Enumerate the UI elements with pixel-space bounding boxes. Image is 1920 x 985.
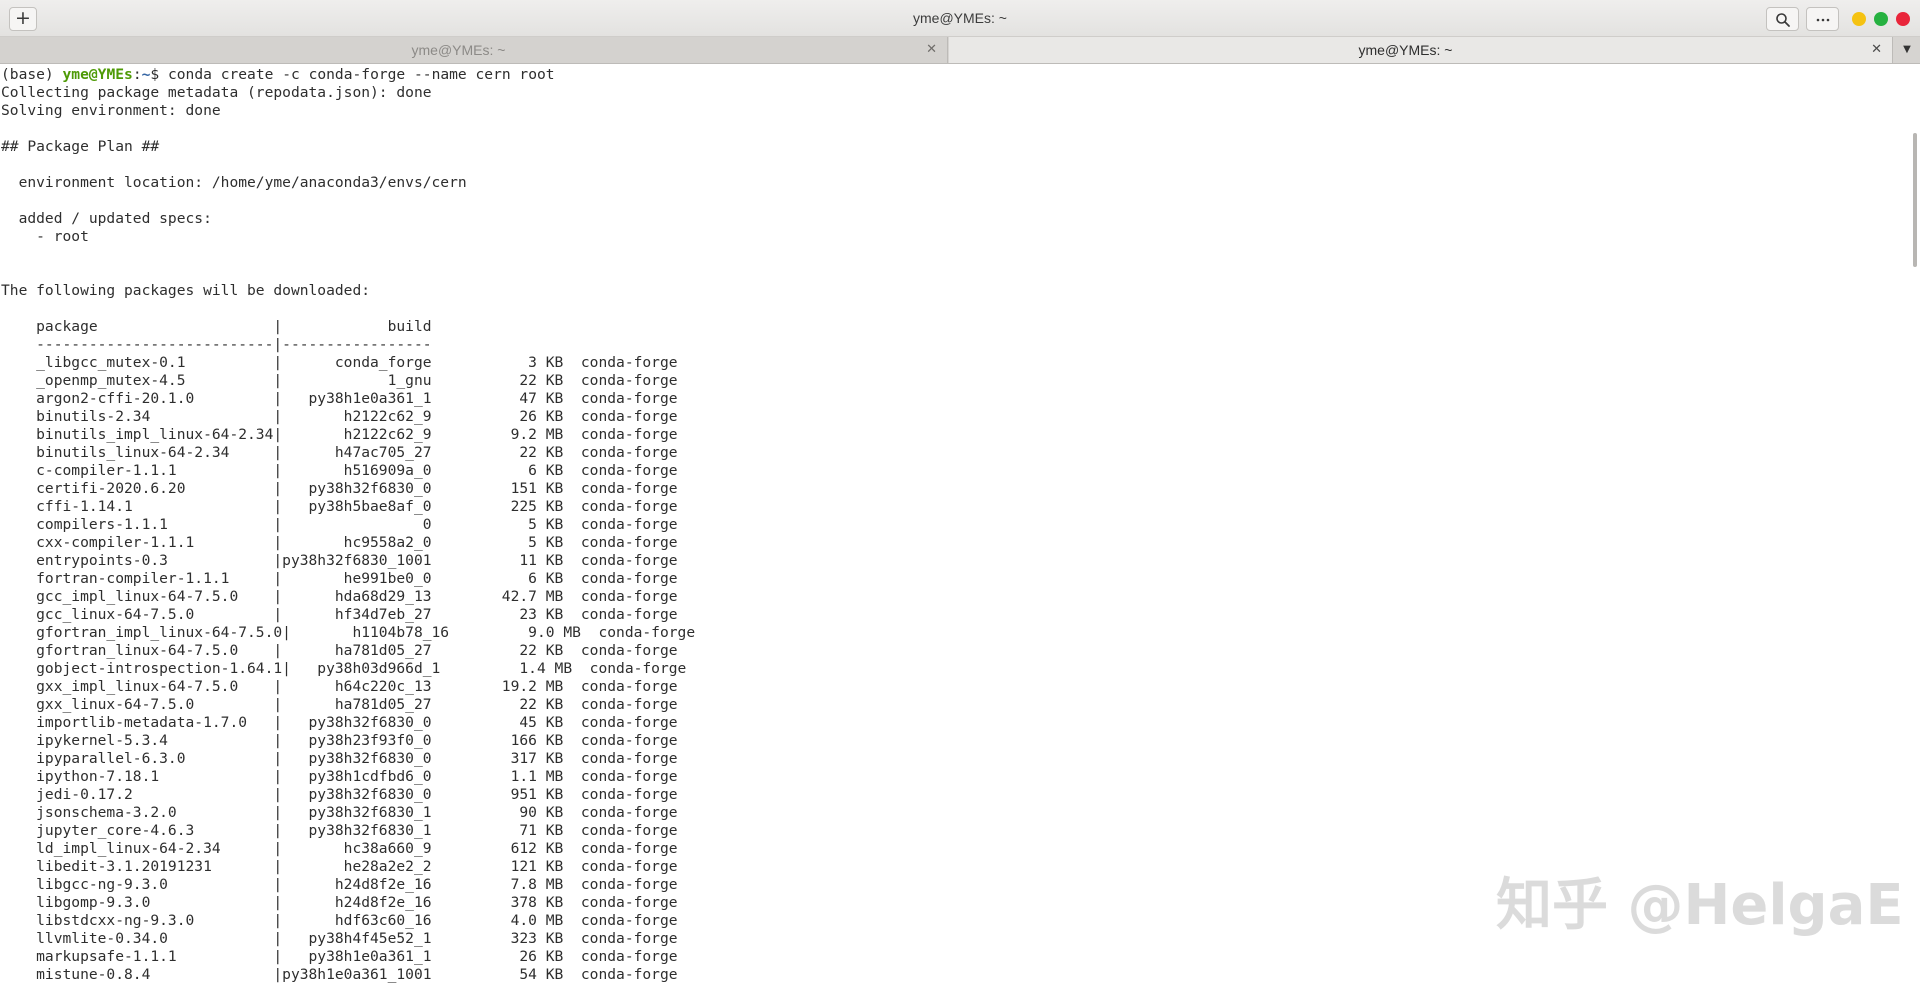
prompt-user: yme@YMEs bbox=[62, 66, 133, 83]
terminal-line: - root bbox=[1, 228, 89, 245]
close-tab-icon[interactable]: ✕ bbox=[926, 37, 937, 63]
terminal-line: _openmp_mutex-4.5 | 1_gnu 22 KB conda-fo… bbox=[1, 372, 678, 389]
terminal-line: libedit-3.1.20191231 | he28a2e2_2 121 KB… bbox=[1, 858, 678, 875]
terminal-line: jedi-0.17.2 | py38h32f6830_0 951 KB cond… bbox=[1, 786, 678, 803]
watermark: 知乎 @HelgaE bbox=[1496, 873, 1904, 938]
terminal-line: binutils_impl_linux-64-2.34| h2122c62_9 … bbox=[1, 426, 678, 443]
terminal-line: importlib-metadata-1.7.0 | py38h32f6830_… bbox=[1, 714, 678, 731]
terminal-line: certifi-2020.6.20 | py38h32f6830_0 151 K… bbox=[1, 480, 678, 497]
terminal-line: gxx_impl_linux-64-7.5.0 | h64c220c_13 19… bbox=[1, 678, 678, 695]
terminal-line: compilers-1.1.1 | 0 5 KB conda-forge bbox=[1, 516, 678, 533]
plus-icon: + bbox=[15, 7, 31, 29]
prompt-symbol: $ bbox=[150, 66, 168, 83]
terminal-line: binutils-2.34 | h2122c62_9 26 KB conda-f… bbox=[1, 408, 678, 425]
terminal-line: ## Package Plan ## bbox=[1, 138, 160, 155]
tab-bar: yme@YMEs: ~ ✕ yme@YMEs: ~ ✕ ▼ bbox=[0, 37, 1920, 64]
terminal-line: binutils_linux-64-2.34 | h47ac705_27 22 … bbox=[1, 444, 678, 461]
terminal-scrollbar[interactable] bbox=[1910, 64, 1920, 985]
chevron-down-icon: ▼ bbox=[1903, 44, 1911, 55]
terminal-line: entrypoints-0.3 |py38h32f6830_1001 11 KB… bbox=[1, 552, 678, 569]
scrollbar-thumb[interactable] bbox=[1913, 133, 1917, 267]
terminal-line: ipyparallel-6.3.0 | py38h32f6830_0 317 K… bbox=[1, 750, 678, 767]
menu-button[interactable] bbox=[1806, 7, 1839, 31]
terminal-line: c-compiler-1.1.1 | h516909a_0 6 KB conda… bbox=[1, 462, 678, 479]
terminal-line: jsonschema-3.2.0 | py38h32f6830_1 90 KB … bbox=[1, 804, 678, 821]
terminal-line: Collecting package metadata (repodata.js… bbox=[1, 84, 432, 101]
tab-terminal-2[interactable]: yme@YMEs: ~ ✕ bbox=[949, 37, 1893, 63]
terminal-line: ipykernel-5.3.4 | py38h23f93f0_0 166 KB … bbox=[1, 732, 678, 749]
terminal-line: llvmlite-0.34.0 | py38h4f45e52_1 323 KB … bbox=[1, 930, 678, 947]
terminal-line: ---------------------------|------------… bbox=[1, 336, 432, 353]
terminal-line: _libgcc_mutex-0.1 | conda_forge 3 KB con… bbox=[1, 354, 678, 371]
terminal-line: fortran-compiler-1.1.1 | he991be0_0 6 KB… bbox=[1, 570, 678, 587]
terminal-output[interactable]: (base) yme@YMEs:~$ conda create -c conda… bbox=[0, 64, 1910, 985]
terminal-line: gobject-introspection-1.64.1| py38h03d96… bbox=[1, 660, 687, 677]
terminal-line: argon2-cffi-20.1.0 | py38h1e0a361_1 47 K… bbox=[1, 390, 678, 407]
terminal-window: + yme@YMEs: ~ yme@YMEs: ~ ✕ yme@YMEs: ~ … bbox=[0, 0, 1920, 985]
tab-terminal-1[interactable]: yme@YMEs: ~ ✕ bbox=[0, 37, 948, 63]
terminal-line: libgcc-ng-9.3.0 | h24d8f2e_16 7.8 MB con… bbox=[1, 876, 678, 893]
terminal-line: ld_impl_linux-64-2.34 | hc38a660_9 612 K… bbox=[1, 840, 678, 857]
minimize-button[interactable] bbox=[1852, 12, 1866, 26]
terminal-line: mistune-0.8.4 |py38h1e0a361_1001 54 KB c… bbox=[1, 966, 678, 983]
header-bar: + yme@YMEs: ~ bbox=[0, 0, 1920, 37]
terminal-line: cxx-compiler-1.1.1 | hc9558a2_0 5 KB con… bbox=[1, 534, 678, 551]
terminal-line: gfortran_impl_linux-64-7.5.0| h1104b78_1… bbox=[1, 624, 696, 641]
prompt-env: (base) bbox=[1, 66, 63, 83]
window-title: yme@YMEs: ~ bbox=[913, 10, 1007, 26]
search-button[interactable] bbox=[1766, 7, 1799, 31]
prompt-command: conda create -c conda-forge --name cern … bbox=[167, 66, 555, 83]
terminal-line: environment location: /home/yme/anaconda… bbox=[1, 174, 467, 191]
terminal-line: gcc_linux-64-7.5.0 | hf34d7eb_27 23 KB c… bbox=[1, 606, 678, 623]
terminal-line: package | build bbox=[1, 318, 432, 335]
terminal-line: jupyter_core-4.6.3 | py38h32f6830_1 71 K… bbox=[1, 822, 678, 839]
terminal-line: gfortran_linux-64-7.5.0 | ha781d05_27 22… bbox=[1, 642, 678, 659]
tabs-dropdown-button[interactable]: ▼ bbox=[1894, 37, 1920, 63]
search-icon bbox=[1776, 13, 1790, 27]
tab-label: yme@YMEs: ~ bbox=[1358, 42, 1453, 58]
close-window-button[interactable] bbox=[1896, 12, 1910, 26]
terminal-line: ipython-7.18.1 | py38h1cdfbd6_0 1.1 MB c… bbox=[1, 768, 678, 785]
terminal-lines: (base) yme@YMEs:~$ conda create -c conda… bbox=[1, 66, 695, 984]
tab-label: yme@YMEs: ~ bbox=[411, 42, 506, 58]
terminal-line: added / updated specs: bbox=[1, 210, 212, 227]
terminal-line: libgomp-9.3.0 | h24d8f2e_16 378 KB conda… bbox=[1, 894, 678, 911]
close-tab-icon[interactable]: ✕ bbox=[1871, 37, 1882, 63]
prompt-separator: : bbox=[132, 66, 142, 83]
more-horizontal-icon bbox=[1816, 18, 1830, 22]
terminal-line: markupsafe-1.1.1 | py38h1e0a361_1 26 KB … bbox=[1, 948, 678, 965]
new-tab-button[interactable]: + bbox=[9, 7, 37, 31]
terminal-line: gcc_impl_linux-64-7.5.0 | hda68d29_13 42… bbox=[1, 588, 678, 605]
terminal-line: libstdcxx-ng-9.3.0 | hdf63c60_16 4.0 MB … bbox=[1, 912, 678, 929]
maximize-button[interactable] bbox=[1874, 12, 1888, 26]
terminal-line: The following packages will be downloade… bbox=[1, 282, 371, 299]
terminal-line: gxx_linux-64-7.5.0 | ha781d05_27 22 KB c… bbox=[1, 696, 678, 713]
terminal-line: Solving environment: done bbox=[1, 102, 221, 119]
prompt-line: (base) yme@YMEs:~$ conda create -c conda… bbox=[1, 66, 695, 84]
terminal-line: cffi-1.14.1 | py38h5bae8af_0 225 KB cond… bbox=[1, 498, 678, 515]
